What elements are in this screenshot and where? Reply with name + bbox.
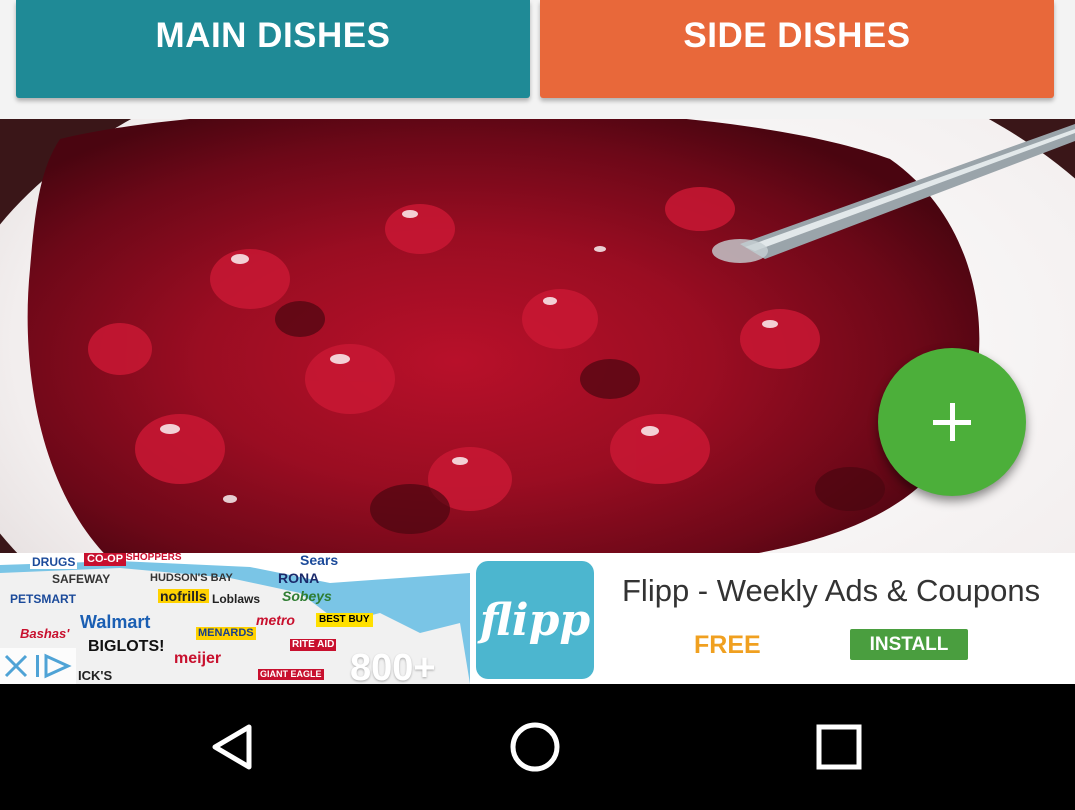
store-logo: metro — [256, 612, 295, 628]
store-logo: Bashas' — [20, 626, 70, 641]
recents-square-icon — [816, 724, 862, 770]
ad-install-button[interactable]: INSTALL — [850, 629, 968, 660]
store-logo: BEST BUY — [316, 613, 373, 627]
flipp-app-icon[interactable]: flipp — [470, 555, 602, 683]
system-nav-bar — [0, 684, 1075, 810]
ad-promo-number: 800+ — [350, 647, 436, 684]
close-icon[interactable] — [2, 652, 30, 680]
ad-close-button[interactable] — [0, 648, 76, 684]
store-logo: meijer — [174, 650, 222, 667]
store-logo: nofrills — [158, 588, 209, 604]
flipp-logo-text: flipp — [476, 561, 594, 679]
ad-title[interactable]: Flipp - Weekly Ads & Coupons — [622, 573, 1040, 609]
category-bar: MAIN DISHES SIDE DISHES — [0, 0, 1075, 119]
store-logo: RONA — [278, 570, 320, 586]
store-logo: Walmart — [80, 612, 151, 632]
store-logo: Sears — [300, 553, 339, 568]
add-fab-button[interactable] — [878, 348, 1026, 496]
store-logo: CO-OP — [84, 553, 127, 566]
adchoices-icon[interactable] — [34, 651, 74, 681]
store-logo: SAFEWAY — [52, 572, 111, 586]
store-logo: GIANT EAGLE — [258, 669, 324, 680]
store-logo: HUDSON'S BAY — [150, 572, 233, 584]
recents-button[interactable] — [809, 717, 869, 777]
store-logo: PETSMART — [10, 592, 76, 606]
store-logo: BIGLOTS! — [88, 638, 165, 655]
home-button[interactable] — [505, 717, 565, 777]
store-logo: Loblaws — [212, 592, 261, 606]
store-logo: ICK'S — [78, 668, 113, 683]
ad-banner[interactable]: DRUGS CO-OP SHOPPERS Sears SAFEWAY HUDSO… — [0, 553, 1075, 684]
store-logo: Sobeys — [282, 588, 332, 604]
back-button[interactable] — [203, 717, 263, 777]
store-logo: SHOPPERS — [126, 553, 182, 563]
store-logo: RITE AID — [290, 639, 337, 651]
recipe-photo[interactable] — [0, 119, 1075, 553]
store-logo: MENARDS — [196, 627, 256, 640]
plus-icon — [933, 403, 971, 441]
ad-price: FREE — [694, 631, 761, 659]
side-dishes-button[interactable]: SIDE DISHES — [540, 0, 1054, 98]
ad-map-image: DRUGS CO-OP SHOPPERS Sears SAFEWAY HUDSO… — [0, 553, 470, 684]
back-triangle-icon — [212, 724, 252, 770]
store-logo: DRUGS — [30, 555, 78, 569]
home-circle-icon — [510, 722, 560, 772]
main-dishes-button[interactable]: MAIN DISHES — [16, 0, 530, 98]
